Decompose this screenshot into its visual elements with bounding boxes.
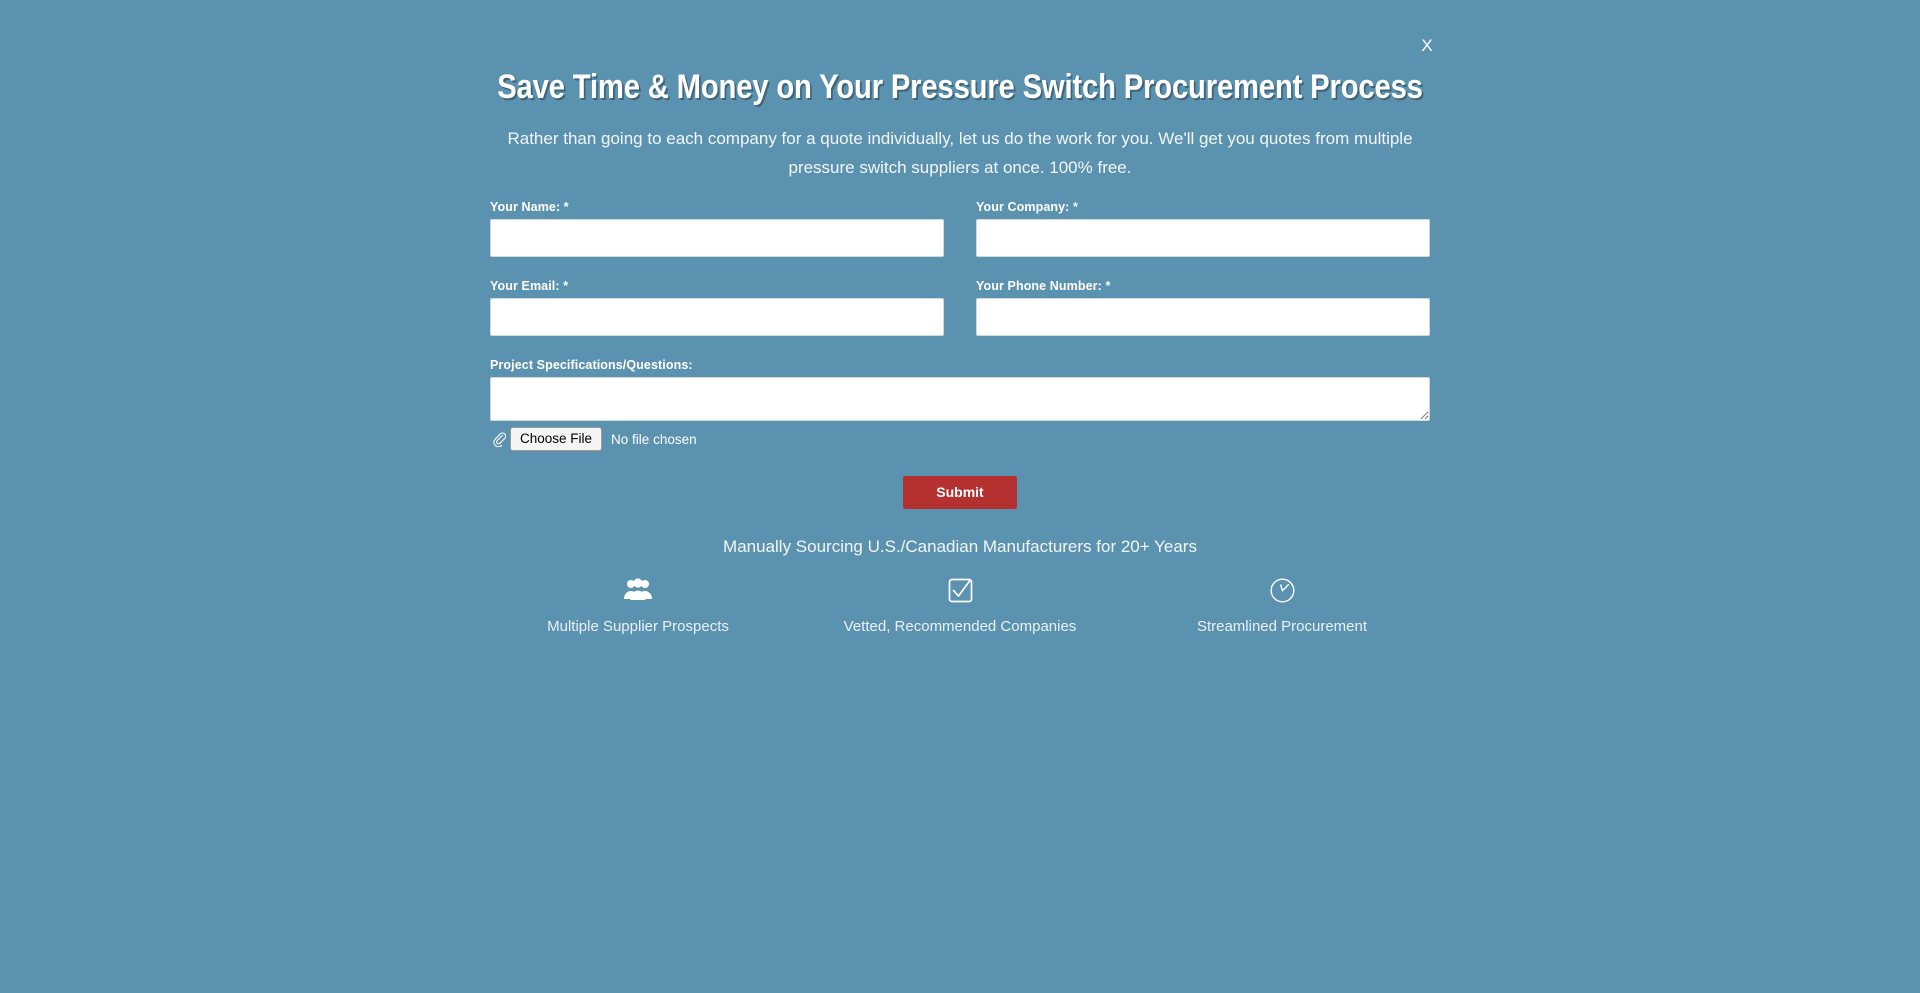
feature-list: Multiple Supplier Prospects Vetted, Reco…	[0, 577, 1920, 637]
your-phone-number-label: Your Phone Number: *	[976, 279, 1111, 293]
field-group-project-specifications: Project Specifications/Questions:	[490, 358, 1430, 421]
form-row-1: Your Name: * Your Company: *	[490, 200, 1430, 257]
page-title: Save Time & Money on Your Pressure Switc…	[497, 68, 1423, 106]
promo-subtitle: Rather than going to each company for a …	[507, 129, 1413, 177]
feature-vetted-recommended-companies: Vetted, Recommended Companies	[799, 577, 1121, 637]
your-name-label: Your Name: *	[490, 200, 569, 214]
clock-icon	[1121, 577, 1443, 607]
field-group-your-phone-number: Your Phone Number: *	[976, 279, 1430, 336]
promo-modal: Save Time & Money on Your Pressure Switc…	[0, 0, 1920, 637]
check-square-icon	[799, 577, 1121, 607]
submit-button[interactable]: Submit	[903, 476, 1017, 509]
paperclip-icon	[492, 431, 507, 448]
submit-row: Submit	[490, 476, 1430, 509]
quote-request-form: Your Name: * Your Company: * Your Email:…	[490, 182, 1430, 509]
field-group-your-company: Your Company: *	[976, 200, 1430, 257]
your-company-input[interactable]	[976, 219, 1430, 257]
promo-modal-overlay: X Save Time & Money on Your Pressure Swi…	[0, 0, 1920, 993]
your-email-input[interactable]	[490, 298, 944, 336]
project-specifications-textarea[interactable]	[490, 377, 1430, 421]
your-name-input[interactable]	[490, 219, 944, 257]
your-email-label: Your Email: *	[490, 279, 569, 293]
file-status-text: No file chosen	[611, 431, 697, 447]
field-group-your-email: Your Email: *	[490, 279, 944, 336]
feature-label: Streamlined Procurement	[1196, 618, 1368, 635]
users-group-icon	[477, 577, 799, 607]
your-company-label: Your Company: *	[976, 200, 1078, 214]
choose-file-button[interactable]: Choose File	[510, 427, 603, 451]
field-group-your-name: Your Name: *	[490, 200, 944, 257]
feature-label: Multiple Supplier Prospects	[547, 618, 729, 635]
project-specifications-label: Project Specifications/Questions:	[490, 358, 693, 372]
feature-streamlined-procurement: Streamlined Procurement	[1121, 577, 1443, 637]
your-phone-number-input[interactable]	[976, 298, 1430, 336]
form-row-2: Your Email: * Your Phone Number: *	[490, 279, 1430, 336]
feature-multiple-supplier-prospects: Multiple Supplier Prospects	[477, 577, 799, 637]
tagline: Manually Sourcing U.S./Canadian Manufact…	[723, 537, 1197, 556]
file-upload-row: Choose File No file chosen	[490, 427, 1430, 451]
feature-label: Vetted, Recommended Companies	[843, 618, 1077, 635]
